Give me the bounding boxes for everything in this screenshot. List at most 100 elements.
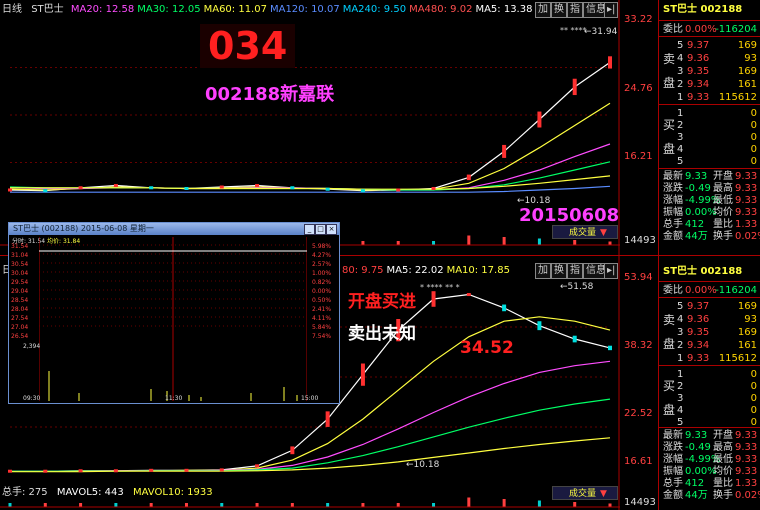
candle <box>78 186 83 190</box>
popup-pct-tick: 0.82% <box>312 279 332 286</box>
bottom-volume-tick: 14493 <box>624 497 656 508</box>
candle <box>537 111 542 128</box>
popup-price-tick: 31.04 <box>11 252 29 259</box>
candle <box>149 468 154 472</box>
annotation-code: 034 <box>200 24 296 68</box>
candle <box>466 174 471 181</box>
popup-price-tick: 26.54 <box>11 333 29 340</box>
intraday-popup[interactable]: ST巴士 (002188) 2015-06-08 星期一 _ □ × 分时: 3… <box>8 222 340 404</box>
popup-pct-tick: 5.98% <box>312 243 332 250</box>
candle <box>431 291 436 307</box>
candle <box>360 363 365 386</box>
popup-time-2: 11:30 <box>165 395 183 402</box>
ob2-title: ST巴士 002188 <box>663 266 743 277</box>
popup-time-1: 09:30 <box>23 395 41 402</box>
volume-bar <box>537 238 541 245</box>
volume-bar <box>502 499 506 507</box>
volume-bar <box>608 241 612 245</box>
annotation-sell: 卖出未知 <box>348 324 416 344</box>
volume-bar <box>290 503 294 507</box>
volume-bar <box>361 241 365 245</box>
bottom-low-mark: ←10.18 <box>406 460 440 470</box>
annotation-price: 34.52 <box>460 338 514 358</box>
annotation-buy: 开盘买进 <box>348 292 416 312</box>
volume-bar <box>114 503 118 507</box>
candle <box>8 469 12 473</box>
ob2-buy-label-1: 买 <box>663 379 676 393</box>
volume-bar <box>608 503 612 507</box>
popup-price-tick: 31.54 <box>11 243 29 250</box>
volume-bar <box>361 503 365 507</box>
volume-bar <box>396 503 400 507</box>
annotation-date: 20150608 <box>519 205 620 226</box>
price-tick-2: 24.76 <box>624 83 653 94</box>
popup-pct-tick: 7.54% <box>312 333 332 340</box>
popup-chart-svg <box>39 237 307 401</box>
candle <box>608 345 612 351</box>
candle <box>325 411 330 427</box>
top-kline-panel: 日线 ST巴士 MA20: 12.58 MA30: 12.05 MA60: 11.0… <box>0 0 760 255</box>
maximize-icon[interactable]: □ <box>315 224 326 235</box>
candle <box>149 186 154 190</box>
candle <box>8 188 12 192</box>
candle <box>219 468 224 472</box>
volume-bar <box>432 503 436 507</box>
candle <box>290 186 295 190</box>
close-icon[interactable]: × <box>326 224 337 235</box>
candle <box>113 469 118 473</box>
volume-selector[interactable]: 成交量 ▼ <box>552 225 618 239</box>
popup-pct-tick: 5.84% <box>312 324 332 331</box>
popup-price-tick: 28.04 <box>11 306 29 313</box>
volume-bar <box>432 241 436 245</box>
popup-pct-tick: 0.50% <box>312 297 332 304</box>
candle <box>43 469 48 473</box>
price-tick-1: 33.22 <box>624 14 653 25</box>
popup-pct-tick: 2.57% <box>312 261 332 268</box>
popup-time-3: 15:00 <box>301 395 319 402</box>
volume-bar <box>502 237 506 245</box>
series-line <box>10 437 611 473</box>
candle <box>255 464 260 468</box>
candle <box>184 468 189 472</box>
candle <box>184 186 189 190</box>
popup-pct-tick: 4.11% <box>312 315 332 322</box>
volume-bar <box>537 500 541 507</box>
popup-title: ST巴士 (002188) 2015-06-08 星期一 <box>9 223 339 235</box>
candle <box>325 187 330 191</box>
ob-title: ST巴士 002188 <box>663 4 743 15</box>
candle <box>43 189 48 193</box>
volume-bar <box>43 503 47 507</box>
series-line <box>9 102 611 191</box>
candle <box>219 185 224 189</box>
minimize-icon[interactable]: _ <box>304 224 315 235</box>
volume-bar <box>220 503 224 507</box>
candle <box>572 335 577 343</box>
total-hands: 总手: 275 <box>2 487 48 498</box>
candle <box>290 446 295 455</box>
candle <box>113 184 118 188</box>
volume-bar <box>467 497 471 507</box>
ob2-buy-label-2: 盘 <box>663 403 676 417</box>
star-marks: ** **** <box>560 26 587 35</box>
volume-bar <box>573 240 577 245</box>
candle <box>608 56 612 69</box>
volume-bar <box>396 241 400 245</box>
popup-price-tick: 30.54 <box>11 261 29 268</box>
candle <box>255 184 260 188</box>
mavol5: MAVOL5: 443 <box>56 487 124 498</box>
volume-info: 总手: 275 MAVOL5: 443 MAVOL10: 1933 <box>2 487 213 499</box>
candle <box>537 321 542 331</box>
volume-bar <box>184 503 188 507</box>
bottom-price-tick-2: 38.32 <box>624 340 653 351</box>
candle <box>502 304 507 312</box>
buy-label-1: 买 <box>663 118 676 132</box>
candle <box>502 144 507 158</box>
volume-bar <box>326 503 330 507</box>
bottom-volume-selector[interactable]: 成交量 ▼ <box>552 486 618 500</box>
popup-price-tick: 27.54 <box>11 315 29 322</box>
bottom-high-mark: ←51.58 <box>560 282 594 292</box>
high-mark: ←31.94 <box>584 27 618 37</box>
candle <box>360 189 365 193</box>
order-book-top: ST巴士 002188 委比 0.00% -116204 5 9.37 169 4 9.… <box>658 0 760 255</box>
popup-price-tick: 29.54 <box>11 279 29 286</box>
